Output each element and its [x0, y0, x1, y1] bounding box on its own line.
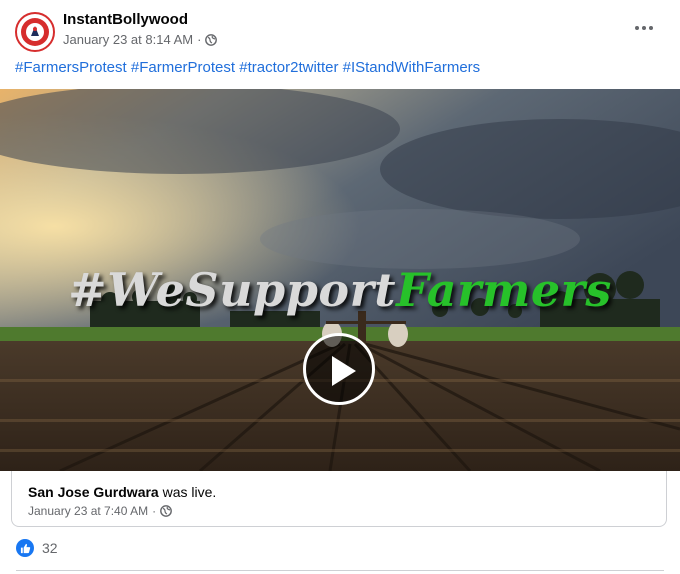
page-name[interactable]: InstantBollywood [63, 11, 188, 28]
hashtag-link[interactable]: #FarmerProtest [131, 59, 235, 76]
live-meta: January 23 at 7:40 AM · [28, 504, 172, 518]
globe-icon [160, 505, 172, 517]
video-player[interactable]: #WeSupportFarmers [0, 89, 680, 471]
divider [16, 570, 664, 571]
reaction-summary[interactable]: 32 [16, 539, 58, 557]
page-avatar[interactable] [15, 12, 55, 52]
live-suffix: was live. [162, 484, 217, 500]
overlay-word-farmers: Farmers [396, 263, 612, 317]
reaction-count: 32 [42, 540, 58, 556]
facebook-post: InstantBollywood January 23 at 8:14 AM ·… [0, 0, 680, 574]
post-meta: January 23 at 8:14 AM · [63, 32, 218, 47]
globe-icon[interactable] [205, 33, 218, 46]
post-timestamp[interactable]: January 23 at 8:14 AM [63, 32, 193, 47]
more-options-icon[interactable] [626, 14, 662, 42]
hashtag-link[interactable]: #IStandWithFarmers [343, 59, 481, 76]
meta-separator: · [152, 504, 157, 518]
live-description: San Jose Gurdwara was live. [28, 484, 216, 500]
shared-live-card[interactable]: San Jose Gurdwara was live. January 23 a… [11, 471, 667, 527]
play-icon[interactable] [303, 333, 375, 405]
overlay-word-hashtag: #WeSupport [68, 263, 397, 317]
video-overlay-title: #WeSupportFarmers [0, 263, 680, 317]
hashtag-link[interactable]: #FarmersProtest [15, 59, 127, 76]
meta-separator: · [197, 32, 202, 47]
live-author-name[interactable]: San Jose Gurdwara [28, 484, 159, 500]
hashtag-link[interactable]: #tractor2twitter [239, 59, 338, 76]
post-hashtags: #FarmersProtest #FarmerProtest #tractor2… [15, 59, 480, 76]
live-timestamp[interactable]: January 23 at 7:40 AM [28, 504, 148, 518]
like-icon [16, 539, 34, 557]
